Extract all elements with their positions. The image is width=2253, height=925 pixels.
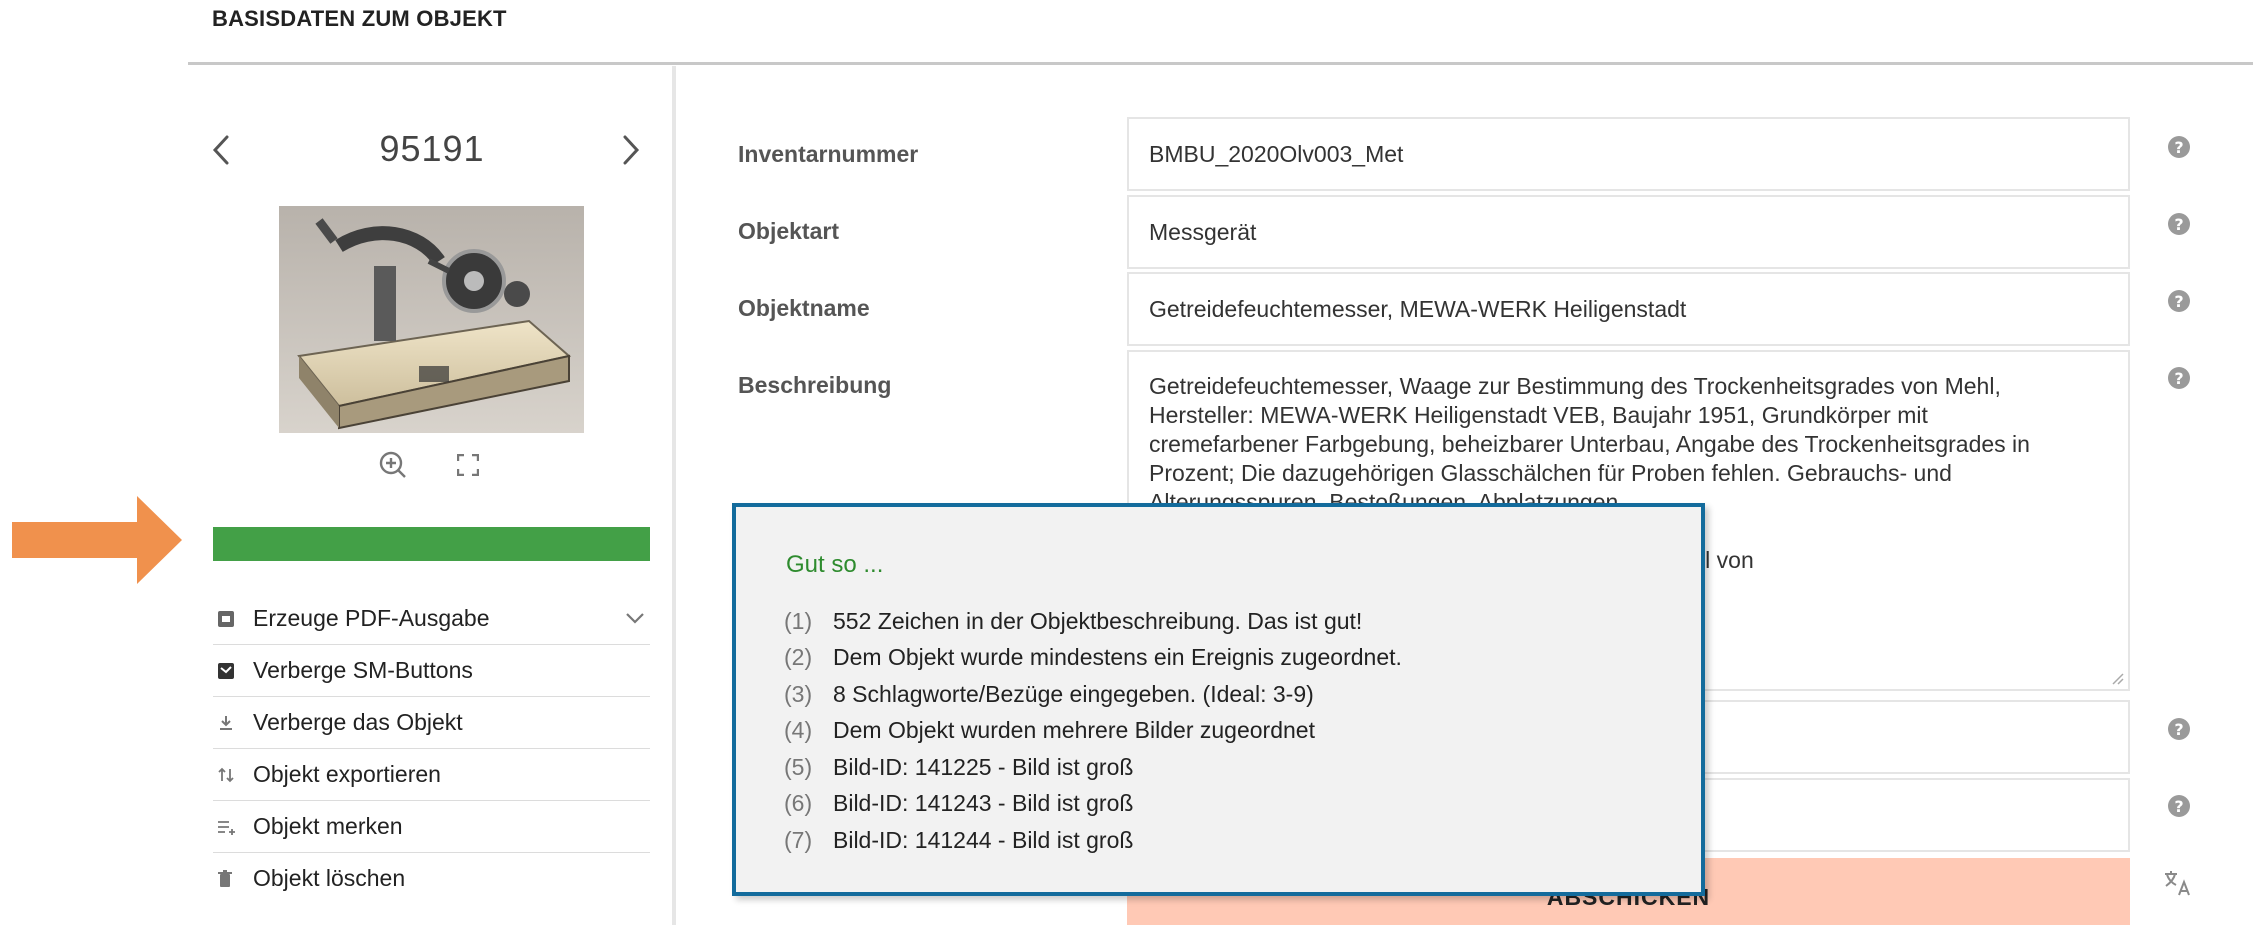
item-text: 8 Schlagworte/Bezüge eingegeben. (Ideal:… [833,680,1314,707]
fullscreen-button[interactable] [452,449,484,481]
quality-progress-bar [213,527,650,561]
quality-progress-fill [213,527,650,561]
popup-list: (1) 552 Zeichen in der Objektbeschreibung… [784,603,1402,859]
next-object-button[interactable] [614,130,648,170]
action-delete-object[interactable]: Objekt löschen [213,853,650,904]
description-line: cremefarbener Farbgebung, beheizbarer Un… [1149,431,2030,457]
item-number: (2) [784,644,813,671]
hide-icon [213,714,253,732]
item-text: Bild-ID: 141244 - Bild ist groß [833,826,1134,853]
help-icon[interactable]: ? [2167,289,2191,313]
description-line: Hersteller: MEWA-WERK Heiligenstadt VEB,… [1149,402,1928,428]
popup-list-item: (4) Dem Objekt wurden mehrere Bilder zuge… [784,713,1402,750]
action-hide-sm-buttons[interactable]: Verberge SM-Buttons [213,645,650,697]
object-action-list: Erzeuge PDF-Ausgabe Verberge SM-Buttons … [213,593,650,904]
item-number: (4) [784,717,813,744]
object-name-field[interactable]: Getreidefeuchtemesser, MEWA-WERK Heilige… [1127,272,2130,346]
inventory-number-label: Inventarnummer [738,141,919,167]
svg-text:?: ? [2174,215,2183,234]
action-label: Objekt merken [253,813,403,839]
help-icon[interactable]: ? [2167,366,2191,390]
item-text: 552 Zeichen in der Objektbeschreibung. D… [833,607,1363,634]
item-text: Dem Objekt wurde mindestens ein Ereignis… [833,644,1402,671]
previous-object-button[interactable] [204,130,238,170]
section-title: BASISDATEN ZUM OBJEKT [212,6,507,31]
fullscreen-icon [457,454,479,476]
translate-icon[interactable] [2163,868,2193,898]
description-line: Prozent; Die dazugehörigen Glasschälchen… [1149,460,1952,486]
popup-list-item: (3) 8 Schlagworte/Bezüge eingegeben. (Ide… [784,676,1402,713]
resize-grip-icon[interactable] [2110,671,2124,685]
item-text: Bild-ID: 141225 - Bild ist groß [833,753,1134,780]
share-icon [213,662,253,680]
pdf-icon [213,610,253,628]
popup-list-item: (2) Dem Objekt wurde mindestens ein Ereig… [784,640,1402,677]
action-label: Objekt exportieren [253,761,441,787]
description-label: Beschreibung [738,372,892,398]
object-thumbnail[interactable] [279,206,584,433]
chevron-right-icon [623,135,640,165]
item-number: (5) [784,753,813,780]
object-number: 95191 [379,128,485,169]
item-number: (3) [784,680,813,707]
action-label: Objekt löschen [253,865,406,891]
item-number: (7) [784,826,813,853]
object-name-label: Objektname [738,295,870,321]
popup-title: Gut so ... [786,551,884,578]
help-icon[interactable]: ? [2167,135,2191,159]
header-divider [188,62,2253,65]
object-type-label: Objektart [738,218,839,244]
action-label: Erzeuge PDF-Ausgabe [253,605,490,631]
action-hide-object[interactable]: Verberge das Objekt [213,697,650,749]
column-divider [672,66,676,925]
trash-icon [213,869,253,888]
chevron-down-icon[interactable] [624,607,646,634]
popup-list-item: (7) Bild-ID: 141244 - Bild ist groß [784,822,1402,859]
item-text: Bild-ID: 141243 - Bild ist groß [833,790,1134,817]
help-icon[interactable]: ? [2167,794,2191,818]
quality-feedback-popup: Gut so ... (1) 552 Zeichen in der Objektb… [732,503,1705,896]
action-bookmark-object[interactable]: Objekt merken [213,801,650,853]
action-export-object[interactable]: Objekt exportieren [213,749,650,801]
svg-text:?: ? [2174,369,2183,388]
item-number: (6) [784,790,813,817]
object-photo-image [279,206,584,433]
popup-list-item: (5) Bild-ID: 141225 - Bild ist groß [784,749,1402,786]
description-line: Getreidefeuchtemesser, Waage zur Bestimm… [1149,373,2001,399]
svg-text:?: ? [2174,292,2183,311]
arrow-indicator-icon [12,496,182,584]
inventory-number-field[interactable]: BMBU_2020Olv003_Met [1127,117,2130,191]
object-type-field[interactable]: Messgerät [1127,195,2130,269]
help-icon[interactable]: ? [2167,212,2191,236]
popup-list-item: (6) Bild-ID: 141243 - Bild ist groß [784,786,1402,823]
bookmark-list-icon [213,818,253,836]
zoom-in-icon [379,451,406,478]
item-number: (1) [784,607,813,634]
export-icon [213,766,253,784]
popup-list-item: (1) 552 Zeichen in der Objektbeschreibung… [784,603,1402,640]
svg-text:?: ? [2174,138,2183,157]
help-icon[interactable]: ? [2167,717,2191,741]
item-text: Dem Objekt wurden mehrere Bilder zugeord… [833,717,1315,744]
action-pdf-output[interactable]: Erzeuge PDF-Ausgabe [213,593,650,645]
svg-text:?: ? [2174,720,2183,739]
action-label: Verberge SM-Buttons [253,657,473,683]
chevron-left-icon [212,135,229,165]
action-label: Verberge das Objekt [253,709,463,735]
zoom-in-button[interactable] [377,449,409,481]
svg-text:?: ? [2174,797,2183,816]
